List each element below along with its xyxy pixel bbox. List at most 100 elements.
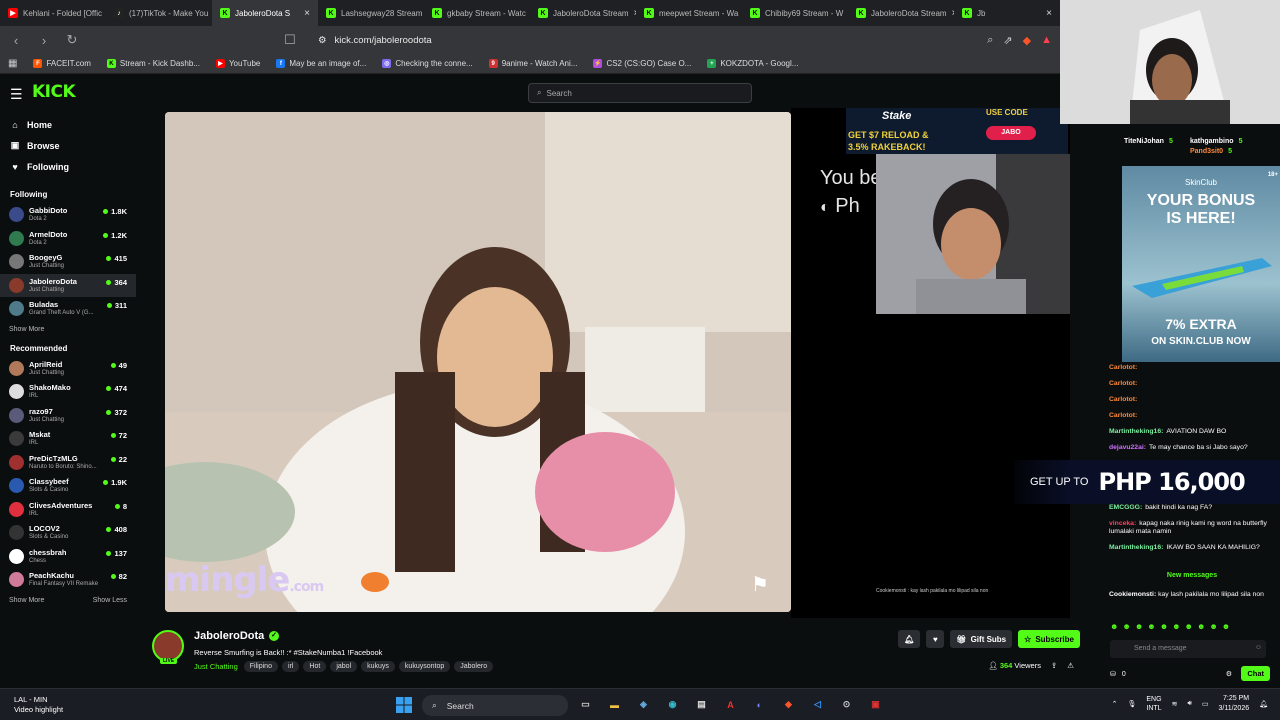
flag-icon[interactable]: ⚑ xyxy=(751,572,769,597)
report-icon[interactable]: ⚠ xyxy=(1067,661,1074,670)
app-red-icon[interactable]: ▣ xyxy=(866,695,885,714)
reload-icon[interactable]: ↻ xyxy=(64,32,80,48)
channel-item[interactable]: AprilReid Just Chatting 49 xyxy=(0,357,136,381)
channel-item[interactable]: JaboleroDota Just Chatting 364 xyxy=(0,273,136,297)
notification-icon[interactable]: 🔔︎ xyxy=(1259,700,1268,708)
category-link[interactable]: Just Chatting xyxy=(194,662,238,671)
new-messages-indicator[interactable]: New messages xyxy=(1110,572,1274,579)
search-input[interactable]: ⌕ Search xyxy=(528,83,752,103)
chat-username[interactable]: Carlotot: xyxy=(1109,364,1137,371)
rewards-icon[interactable]: ▲ xyxy=(1041,34,1052,47)
chat-username[interactable]: EMCGGG: xyxy=(1109,504,1142,511)
channel-item[interactable]: PeachKachu Final Fantasy VII Remake 82 xyxy=(0,568,136,592)
bookmark-item[interactable]: + KOKZDOTA - Googl... xyxy=(707,59,798,68)
apps-icon[interactable]: ▦ xyxy=(8,58,17,69)
streamer-name[interactable]: JaboleroDota xyxy=(194,630,264,642)
browser-tab[interactable]: KLashsegway28 Stream× xyxy=(318,0,424,26)
bookmark-item[interactable]: ⚡ CS2 (CS:GO) Case O... xyxy=(593,59,691,68)
share-stream-icon[interactable]: ⇪ xyxy=(1051,661,1057,670)
taskbar-search[interactable]: ⌕ Search xyxy=(422,695,568,716)
chat-message-input[interactable]: Send a message ☺ xyxy=(1110,640,1266,658)
volume-icon[interactable]: 🔊︎ xyxy=(1187,700,1191,708)
skinclub-ad[interactable]: 18+ SkinClub YOUR BONUS IS HERE! 7% EXTR… xyxy=(1122,166,1280,362)
follow-heart-button[interactable]: ♥ xyxy=(926,630,945,648)
share-icon[interactable]: ⇗ xyxy=(1003,34,1012,47)
acrobat-icon[interactable]: A xyxy=(721,695,740,714)
emote-icon[interactable]: ☻ xyxy=(1160,622,1168,631)
brave-shield-icon[interactable]: ◆ xyxy=(1023,34,1031,47)
browser-tab[interactable]: K Jb × xyxy=(954,0,1060,26)
channel-item[interactable]: ShakoMako IRL 474 xyxy=(0,380,136,404)
bookmark-item[interactable]: ▶ YouTube xyxy=(215,59,260,68)
kick-logo[interactable]: KICK xyxy=(32,82,76,102)
emote-icon[interactable]: ☻ xyxy=(1135,622,1143,631)
chat-username[interactable]: Martintheking16: xyxy=(1109,428,1163,435)
discord-icon[interactable]: ◐ xyxy=(750,695,769,714)
chat-send-button[interactable]: Chat xyxy=(1241,666,1270,681)
points-icon[interactable]: ⛁ xyxy=(1110,670,1116,678)
chat-username[interactable]: Carlotot: xyxy=(1109,396,1137,403)
channel-item[interactable]: BoogeyG Just Chatting 415 xyxy=(0,250,136,274)
stream-tag[interactable]: kukuysontop xyxy=(398,661,451,672)
edge-icon[interactable]: ◉ xyxy=(663,695,682,714)
vscode-icon[interactable]: ◁ xyxy=(808,695,827,714)
weather-widget[interactable]: LAL - MIN Video highlight xyxy=(14,695,63,715)
tab-close-icon[interactable]: × xyxy=(304,8,310,19)
browser-tab[interactable]: ▶Kehlani - Folded [Offic× xyxy=(0,0,106,26)
steam-icon[interactable]: ⊙ xyxy=(837,695,856,714)
chat-username[interactable]: vinceka: xyxy=(1109,520,1136,527)
stream-tag[interactable]: jabol xyxy=(330,661,358,672)
emote-icon[interactable]: ☻ xyxy=(1222,622,1230,631)
notification-bell-button[interactable]: 🔔︎ xyxy=(898,630,921,648)
subscribe-button[interactable]: ☆ Subscribe xyxy=(1018,630,1080,648)
stream-tag[interactable]: kukuys xyxy=(361,661,395,672)
tab-close-icon[interactable]: × xyxy=(1046,8,1052,19)
stream-tag[interactable]: Hot xyxy=(303,661,327,672)
recommended-show-less[interactable]: Show Less xyxy=(93,597,127,604)
following-show-more[interactable]: Show More xyxy=(0,321,136,339)
channel-item[interactable]: Buladas Grand Theft Auto V (G... 311 xyxy=(0,297,136,321)
wifi-icon[interactable]: ≋ xyxy=(1172,700,1178,708)
chat-username[interactable]: Martintheking16: xyxy=(1109,544,1163,551)
tray-chevron-icon[interactable]: ⌃ xyxy=(1112,700,1118,708)
chat-username[interactable]: dejavu22ai: xyxy=(1109,444,1146,451)
channel-item[interactable]: Mskat IRL 72 xyxy=(0,427,136,451)
channel-item[interactable]: razo97 Just Chatting 372 xyxy=(0,404,136,428)
sidebar-item-browse[interactable]: ▣ Browse xyxy=(0,135,136,156)
battery-icon[interactable]: ▭ xyxy=(1202,700,1209,708)
bookmark-item[interactable]: ◎ Checking the conne... xyxy=(382,59,473,68)
emote-icon[interactable]: ☻ xyxy=(1122,622,1130,631)
stream-tag[interactable]: Filipino xyxy=(243,661,278,672)
sidebar-item-following[interactable]: ♥ Following xyxy=(0,156,136,177)
mic-icon[interactable]: 🎙︎ xyxy=(1128,700,1137,708)
copilot-icon[interactable]: ◈ xyxy=(634,695,653,714)
url-field[interactable]: ⚙ kick.com/jaboleroodota xyxy=(318,35,432,46)
language-indicator[interactable]: ENG INTL xyxy=(1146,695,1161,713)
emote-icon[interactable]: ☻ xyxy=(1185,622,1193,631)
clock[interactable]: 7:25 PM 3/11/2026 xyxy=(1218,694,1249,714)
channel-item[interactable]: PreDicTzMLG Naruto to Boruto: Shino... 22 xyxy=(0,451,136,475)
bookmark-item[interactable]: F FACEIT.com xyxy=(33,59,91,68)
chat-settings-icon[interactable]: ⚙ xyxy=(1226,670,1232,678)
gift-subs-button[interactable]: 🎁︎ Gift Subs xyxy=(950,630,1013,648)
sidebar-item-home[interactable]: ⌂ Home xyxy=(0,114,136,135)
bookmark-item[interactable]: f May be an image of... xyxy=(276,59,366,68)
chat-username[interactable]: Carlotot: xyxy=(1109,412,1137,419)
bookmark-item[interactable]: 9 9anime - Watch Ani... xyxy=(488,59,577,68)
file-explorer-icon[interactable]: ▬ xyxy=(605,695,624,714)
emote-icon[interactable]: ☻ xyxy=(1197,622,1205,631)
channel-item[interactable]: ClivesAdventures IRL 8 xyxy=(0,498,136,522)
bookmark-item[interactable]: K Stream - Kick Dashb... xyxy=(106,59,200,68)
emoji-icon[interactable]: ☺ xyxy=(1255,644,1262,651)
channel-item[interactable]: LOCOV2 Slots & Casino 408 xyxy=(0,521,136,545)
channel-item[interactable]: chessbrah Chess 137 xyxy=(0,545,136,569)
browser-tab[interactable]: KJaboleroDota Stream× xyxy=(530,0,636,26)
back-icon[interactable]: ‹ xyxy=(8,33,24,48)
emote-icon[interactable]: ☻ xyxy=(1110,622,1118,631)
brave-icon[interactable]: ◆ xyxy=(779,695,798,714)
windows-start-icon[interactable] xyxy=(396,697,412,713)
browser-tab[interactable]: KJaboleroDota Stream× xyxy=(848,0,954,26)
task-view-icon[interactable]: ▭ xyxy=(576,695,595,714)
video-player[interactable]: mingle.com ⚑ xyxy=(165,112,791,612)
emote-icon[interactable]: ☻ xyxy=(1172,622,1180,631)
